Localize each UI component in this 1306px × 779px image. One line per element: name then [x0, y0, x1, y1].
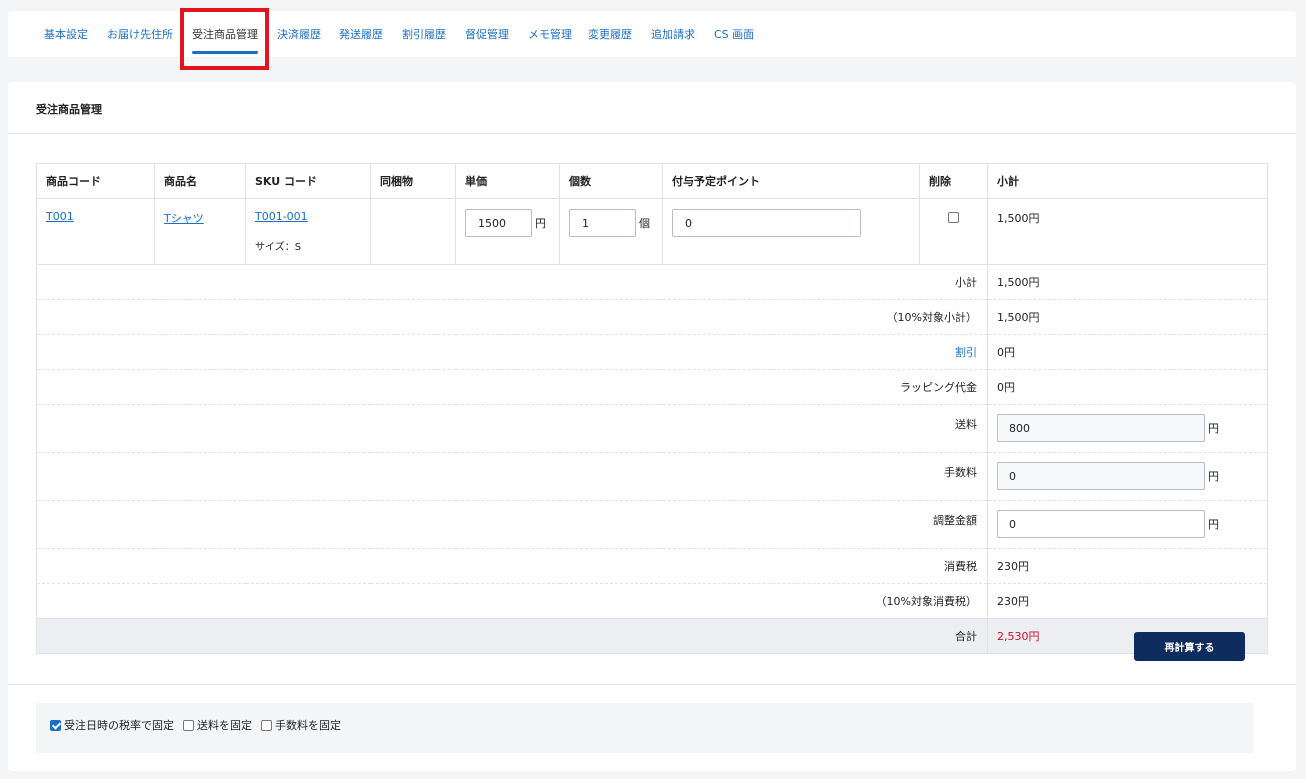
- fix-fee-checkbox[interactable]: [261, 719, 272, 731]
- summary-row: 送料 800 円: [36, 404, 1268, 453]
- tab-change-history[interactable]: 変更履歴: [588, 11, 632, 57]
- summary-row: ラッピング代金 0円: [36, 369, 1268, 405]
- sku-variant: サイズ：S: [255, 242, 302, 253]
- tab-dunning[interactable]: 督促管理: [465, 11, 509, 57]
- discount-link[interactable]: 割引: [955, 346, 977, 359]
- quantity-suffix: 個: [639, 217, 650, 230]
- active-tab-indicator: [192, 51, 258, 54]
- tab-delivery-address[interactable]: お届け先住所: [107, 11, 173, 57]
- consumption-tax-label: 消費税: [36, 548, 988, 584]
- column-header: 小計: [987, 163, 1268, 199]
- subtotal-label: 小計: [36, 264, 988, 300]
- subtotal-value: 1,500円: [987, 264, 1268, 300]
- summary-row: 調整金額 0円: [36, 500, 1268, 549]
- discount-value: 0円: [987, 334, 1268, 370]
- column-header: 削除: [919, 163, 988, 199]
- column-header: 個数: [559, 163, 663, 199]
- product-code-link[interactable]: T001: [46, 210, 74, 223]
- consumption-tax-value: 230円: [987, 548, 1268, 584]
- yen-suffix: 円: [1208, 470, 1219, 483]
- bundle-cell: [370, 198, 456, 265]
- fee-label: 手数料: [36, 452, 988, 501]
- adjust-amount-input[interactable]: 0: [997, 510, 1205, 538]
- column-header: 付与予定ポイント: [662, 163, 920, 199]
- summary-row: 小計 1,500円: [36, 264, 1268, 300]
- fix-tax-rate-label: 受注日時の税率で固定: [64, 719, 174, 732]
- total-label: 合計: [36, 618, 988, 654]
- summary-row: （10%対象小計） 1,500円: [36, 299, 1268, 335]
- fix-fee-option[interactable]: 手数料を固定: [261, 717, 341, 733]
- tab-payment-history[interactable]: 決済履歴: [277, 11, 321, 57]
- summary-row: 割引 0円: [36, 334, 1268, 370]
- divider: [8, 684, 1296, 685]
- recalc-options-bar: 受注日時の税率で固定 送料を固定 手数料を固定: [36, 703, 1253, 753]
- fix-tax-rate-option[interactable]: 受注日時の税率で固定: [50, 717, 174, 733]
- fix-shipping-checkbox[interactable]: [183, 719, 194, 731]
- fix-fee-label: 手数料を固定: [275, 719, 341, 732]
- tab-memo[interactable]: メモ管理: [528, 11, 572, 57]
- unit-price-input[interactable]: 1500: [465, 209, 532, 237]
- column-header: 単価: [455, 163, 560, 199]
- column-header: 商品名: [154, 163, 246, 199]
- tax10-consumption-value: 230円: [987, 583, 1268, 619]
- shipping-label: 送料: [36, 404, 988, 453]
- fee-input[interactable]: 0: [997, 462, 1205, 490]
- summary-row: （10%対象消費税） 230円: [36, 583, 1268, 619]
- yen-suffix: 円: [1208, 518, 1219, 531]
- product-name-link[interactable]: Tシャツ: [164, 212, 204, 225]
- tab-discount-history[interactable]: 割引履歴: [402, 11, 446, 57]
- tab-bar: 基本設定 お届け先住所 受注商品管理 決済履歴 発送履歴 割引履歴 督促管理 メ…: [8, 11, 1296, 57]
- tab-shipping-history[interactable]: 発送履歴: [339, 11, 383, 57]
- column-header: 商品コード: [36, 163, 155, 199]
- points-input[interactable]: 0: [672, 209, 861, 237]
- total-row: 合計 2,530円: [36, 618, 1268, 654]
- section-title: 受注商品管理: [36, 103, 102, 116]
- table-header-row: 商品コード 商品名 SKU コード 同梱物 単価 個数 付与予定ポイント 削除 …: [36, 163, 1268, 199]
- tab-additional-billing[interactable]: 追加請求: [651, 11, 695, 57]
- fix-tax-rate-checkbox[interactable]: [50, 719, 61, 731]
- tax10-subtotal-value: 1,500円: [987, 299, 1268, 335]
- tax10-consumption-label: （10%対象消費税）: [36, 583, 988, 619]
- line-subtotal: 1,500円: [987, 198, 1268, 265]
- shipping-input[interactable]: 800: [997, 414, 1205, 442]
- yen-suffix: 円: [1208, 422, 1219, 435]
- quantity-input[interactable]: 1: [569, 209, 636, 237]
- tab-cs-screen[interactable]: CS 画面: [714, 11, 754, 57]
- fix-shipping-label: 送料を固定: [197, 719, 252, 732]
- unit-price-suffix: 円: [535, 217, 546, 230]
- divider: [8, 133, 1296, 134]
- tab-basic-settings[interactable]: 基本設定: [44, 11, 88, 57]
- wrapping-label: ラッピング代金: [36, 369, 988, 405]
- summary-row: 消費税 230円: [36, 548, 1268, 584]
- column-header: 同梱物: [370, 163, 456, 199]
- tax10-subtotal-label: （10%対象小計）: [36, 299, 988, 335]
- delete-checkbox[interactable]: [948, 211, 959, 223]
- table-row: T001 Tシャツ T001-001 サイズ：S 1500 円 1個 0 1,5…: [36, 198, 1268, 265]
- wrapping-value: 0円: [987, 369, 1268, 405]
- summary-row: 手数料 0円: [36, 452, 1268, 501]
- adjust-label: 調整金額: [36, 500, 988, 549]
- fix-shipping-option[interactable]: 送料を固定: [183, 717, 252, 733]
- column-header: SKU コード: [245, 163, 371, 199]
- recalculate-button[interactable]: 再計算する: [1134, 632, 1245, 661]
- order-items-panel: 受注商品管理 商品コード 商品名 SKU コード 同梱物 単価 個数 付与予定ポ…: [8, 82, 1296, 771]
- order-items-table: 商品コード 商品名 SKU コード 同梱物 単価 個数 付与予定ポイント 削除 …: [36, 163, 1268, 654]
- sku-code-link[interactable]: T001-001: [255, 210, 308, 223]
